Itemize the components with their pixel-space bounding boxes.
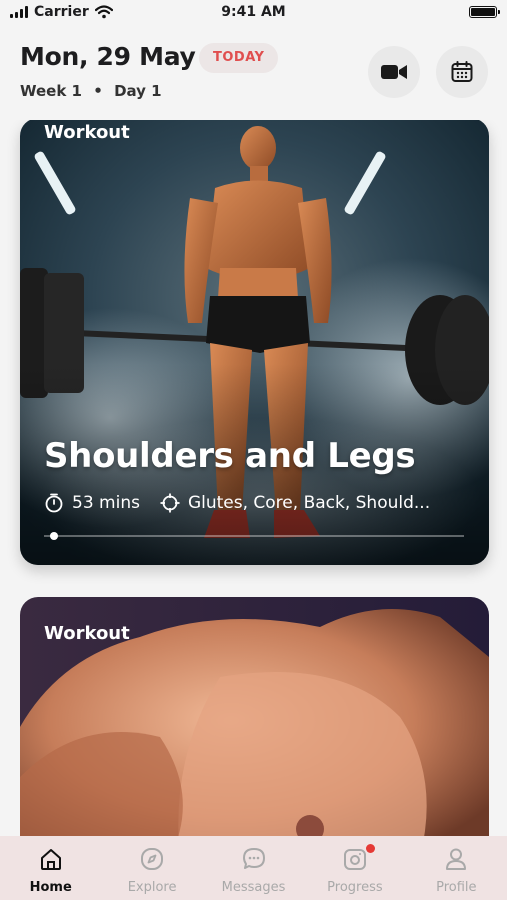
target-icon <box>160 493 180 513</box>
tab-label: Explore <box>127 880 177 895</box>
progress-track <box>44 535 464 537</box>
tab-label: Progress <box>327 880 383 895</box>
card-tag: Workout <box>44 122 130 143</box>
week-label: Week 1 <box>20 82 82 100</box>
workout-meta: 53 mins Glutes, Core, Back, Should... <box>44 493 430 513</box>
tab-label: Messages <box>221 880 286 895</box>
separator: • <box>93 82 103 100</box>
tab-bar: Home Explore Messages Progress Profile <box>0 836 507 900</box>
timer-icon <box>44 493 64 513</box>
user-icon <box>446 848 467 870</box>
workout-card[interactable]: Workout Shoulders and Legs 53 mins Glute… <box>20 118 489 565</box>
chat-icon <box>242 848 265 869</box>
tab-progress[interactable]: Progress <box>304 836 405 900</box>
workout-title: Shoulders and Legs <box>44 436 416 476</box>
compass-icon <box>141 848 164 870</box>
calendar-icon <box>451 61 473 82</box>
camera-icon <box>343 849 366 870</box>
battery-icon <box>469 6 500 18</box>
notification-badge <box>366 844 376 853</box>
home-header: Mon, 29 May TODAY Week 1 • Day 1 <box>0 26 507 120</box>
day-label: Day 1 <box>114 82 162 100</box>
home-icon <box>40 849 61 870</box>
status-bar: Carrier 9:41 AM <box>0 0 507 26</box>
date-title: Mon, 29 May <box>20 42 196 71</box>
video-button[interactable] <box>368 46 420 98</box>
tab-messages[interactable]: Messages <box>203 836 304 900</box>
workout-card[interactable]: Workout <box>20 597 489 857</box>
tab-label: Home <box>29 880 72 895</box>
tab-label: Profile <box>436 880 477 895</box>
video-camera-icon <box>381 65 407 79</box>
today-badge[interactable]: TODAY <box>199 43 279 73</box>
focus-areas-label: Glutes, Core, Back, Should... <box>187 493 431 513</box>
tab-profile[interactable]: Profile <box>406 836 507 900</box>
focus-group: Glutes, Core, Back, Should... <box>160 493 430 513</box>
calendar-button[interactable] <box>436 46 488 98</box>
week-day-label: Week 1 • Day 1 <box>20 82 162 100</box>
duration-label: 53 mins <box>72 493 140 513</box>
tab-explore[interactable]: Explore <box>101 836 202 900</box>
card-tag: Workout <box>44 623 130 644</box>
status-time: 9:41 AM <box>221 4 286 20</box>
tab-home[interactable]: Home <box>0 836 101 900</box>
